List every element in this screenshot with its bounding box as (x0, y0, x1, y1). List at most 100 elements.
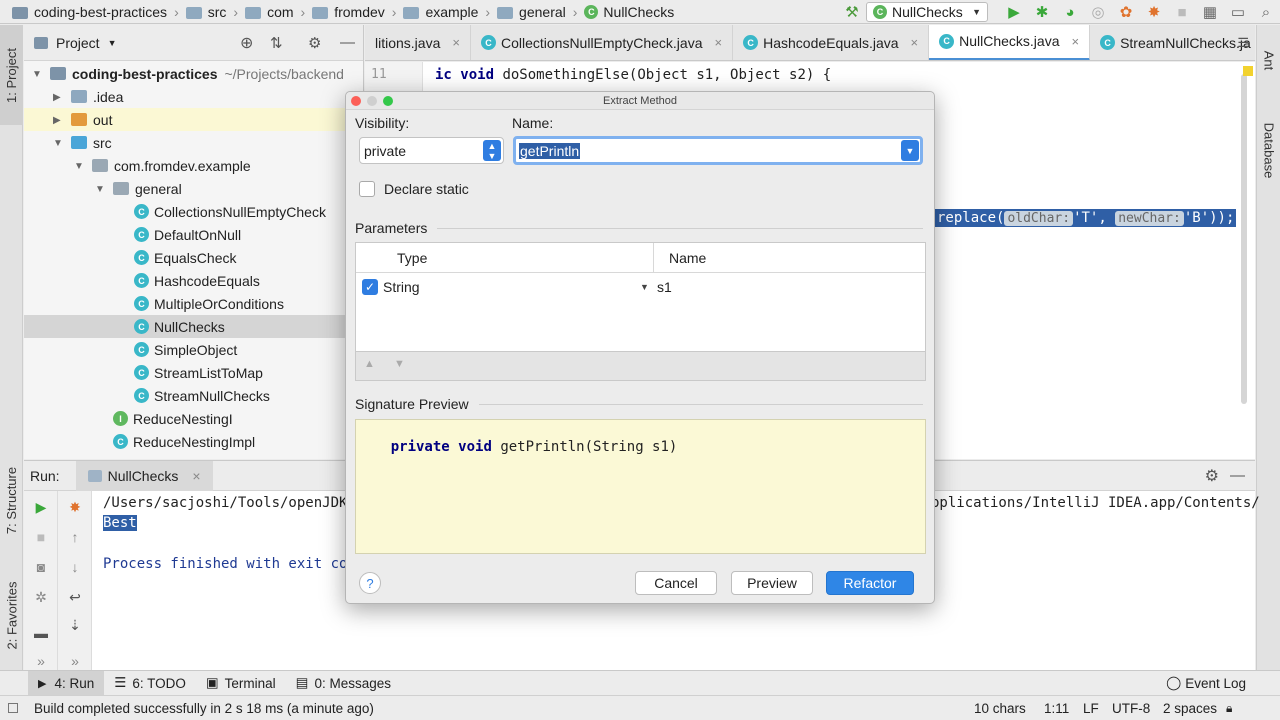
project-tool-tab[interactable]: 1: Project (0, 25, 23, 125)
breadcrumb-general[interactable]: general (497, 4, 566, 20)
tool-tab-todo[interactable]: ☰ 6: TODO (104, 671, 196, 696)
ant-tool-tab[interactable]: Ant (1257, 35, 1280, 85)
stop-icon[interactable]: ■ (24, 523, 58, 551)
settings-icon[interactable]: ✲ (24, 583, 58, 611)
parameter-checkbox[interactable]: ✓ (362, 279, 378, 295)
favorites-tool-tab[interactable]: 2: Favorites (0, 565, 23, 665)
method-name-input[interactable]: getPrintln ▼ (513, 136, 923, 165)
close-icon[interactable]: × (192, 468, 200, 484)
tree-item[interactable]: C StreamListToMap (24, 361, 363, 384)
caret-down-icon[interactable]: ▼ (640, 282, 649, 292)
tree-item[interactable]: C HashcodeEquals (24, 269, 363, 292)
cancel-button[interactable]: Cancel (635, 571, 717, 595)
attach-icon[interactable]: ✸ (1140, 0, 1168, 24)
table-row[interactable]: ✓ String ▼ s1 (356, 274, 925, 300)
preview-button[interactable]: Preview (731, 571, 813, 595)
layout-icon[interactable]: ▬ (24, 619, 58, 647)
status-line-separator[interactable]: LF (1083, 701, 1099, 716)
coverage-icon[interactable]: ◕ (1056, 0, 1084, 24)
arrow-down-icon[interactable]: ↓ (58, 553, 92, 581)
chevron-down-icon[interactable]: ▼ (901, 140, 919, 161)
expand-arrow-icon[interactable]: ▼ (95, 184, 105, 195)
run-configuration-select[interactable]: C NullChecks ▼ (866, 2, 988, 22)
gear-icon[interactable]: ⚙ (308, 34, 321, 52)
build-hammer-icon[interactable]: ⚒ (838, 0, 866, 24)
parameter-name[interactable]: s1 (657, 279, 672, 295)
gear-icon[interactable]: ⚙ (1205, 466, 1219, 486)
tab-collections-null-empty-check[interactable]: C CollectionsNullEmptyCheck.java × (471, 25, 734, 60)
close-icon[interactable]: × (1071, 34, 1079, 49)
collapse-arrow-icon[interactable]: ▶ (53, 115, 63, 126)
tree-item[interactable]: C EqualsCheck (24, 246, 363, 269)
scroll-to-end-icon[interactable]: ⇣ (58, 611, 92, 639)
tree-item[interactable]: C SimpleObject (24, 338, 363, 361)
editor-scrollbar[interactable] (1241, 74, 1247, 404)
status-encoding[interactable]: UTF-8 (1112, 701, 1150, 716)
debug-icon[interactable]: ✸ (58, 493, 92, 521)
column-header-name[interactable]: Name (669, 250, 706, 266)
column-header-type[interactable]: Type (397, 250, 427, 266)
tree-item[interactable]: C NullChecks (24, 315, 363, 338)
project-structure-icon[interactable]: ▦ (1196, 0, 1224, 24)
declare-static-checkbox[interactable]: Declare static (359, 181, 469, 197)
camera-icon[interactable]: ◙ (24, 553, 58, 581)
run-icon[interactable]: ▶ (1000, 0, 1028, 24)
breadcrumb-nullchecks[interactable]: C NullChecks (584, 4, 674, 20)
locate-icon[interactable]: ⊕ (240, 33, 253, 53)
hide-panel-icon[interactable]: — (340, 34, 355, 51)
tree-item[interactable]: ▼ com.fromdev.example (24, 154, 363, 177)
profile-icon[interactable]: ◎ (1084, 0, 1112, 24)
breadcrumb-example[interactable]: example (403, 4, 478, 20)
close-icon[interactable]: × (911, 35, 919, 50)
breadcrumb-fromdev[interactable]: fromdev (312, 4, 385, 20)
tree-item[interactable]: ▼ coding-best-practices ~/Projects/backend (24, 62, 363, 85)
tab-hashcode-equals[interactable]: C HashcodeEquals.java × (733, 25, 930, 60)
arrow-up-icon[interactable]: ↑ (58, 523, 92, 551)
minimize-window-icon[interactable] (367, 96, 377, 106)
move-up-icon[interactable]: ▲ (364, 358, 375, 370)
soft-wrap-icon[interactable]: ↩ (58, 583, 92, 611)
hide-panel-icon[interactable]: — (1230, 467, 1245, 484)
tree-item[interactable]: C DefaultOnNull (24, 223, 363, 246)
help-button[interactable]: ? (359, 572, 381, 594)
tree-item[interactable]: ▶ .idea (24, 85, 363, 108)
layout-icon[interactable]: ▭ (1224, 0, 1252, 24)
breadcrumb-src[interactable]: src (185, 4, 226, 20)
collapse-all-icon[interactable]: ⇅ (270, 34, 283, 52)
lock-icon[interactable]: 🔒︎ (1226, 701, 1232, 716)
event-log-button[interactable]: ◯ Event Log (1156, 671, 1256, 696)
collapse-arrow-icon[interactable]: ▶ (53, 92, 63, 103)
tool-tab-terminal[interactable]: ▣ Terminal (196, 671, 286, 696)
close-window-icon[interactable] (351, 96, 361, 106)
expand-arrow-icon[interactable]: ▼ (32, 69, 42, 80)
tree-item[interactable]: C CollectionsNullEmptyCheck (24, 200, 363, 223)
tree-item[interactable]: I ReduceNestingI (24, 407, 363, 430)
tab-conditions[interactable]: litions.java × (365, 25, 471, 60)
status-indent[interactable]: 2 spaces (1163, 701, 1217, 716)
tab-list-icon[interactable]: ☰ (1237, 35, 1249, 51)
chevron-down-icon[interactable]: ▼ (108, 38, 117, 48)
breadcrumb-project[interactable]: coding-best-practices (12, 4, 167, 20)
expand-arrow-icon[interactable]: ▼ (74, 161, 84, 172)
tree-item[interactable]: C ReduceNestingImpl (24, 430, 363, 453)
tab-null-checks[interactable]: C NullChecks.java × (929, 25, 1091, 60)
tab-stream-null-checks[interactable]: C StreamNullChecks.ja (1090, 25, 1255, 60)
tree-item[interactable]: ▼ src (24, 131, 363, 154)
close-icon[interactable]: × (452, 35, 460, 50)
move-down-icon[interactable]: ▼ (394, 358, 405, 370)
status-indicator-icon[interactable] (8, 703, 18, 713)
tree-item[interactable]: C MultipleOrConditions (24, 292, 363, 315)
tree-item[interactable]: ▶ out (24, 108, 363, 131)
status-caret-position[interactable]: 1:11 (1044, 701, 1069, 716)
close-icon[interactable]: × (715, 35, 723, 50)
expand-arrow-icon[interactable]: ▼ (53, 138, 63, 149)
rerun-icon[interactable]: ▶ (24, 493, 58, 521)
tree-item[interactable]: ▼ general (24, 177, 363, 200)
database-tool-tab[interactable]: Database (1257, 105, 1280, 195)
tool-tab-messages[interactable]: ▤ 0: Messages (286, 671, 401, 696)
zoom-window-icon[interactable] (383, 96, 393, 106)
search-icon[interactable]: ⌕ (1252, 0, 1280, 24)
checkbox[interactable] (359, 181, 375, 197)
structure-tool-tab[interactable]: 7: Structure (0, 450, 23, 550)
breadcrumb-com[interactable]: com (245, 4, 294, 20)
